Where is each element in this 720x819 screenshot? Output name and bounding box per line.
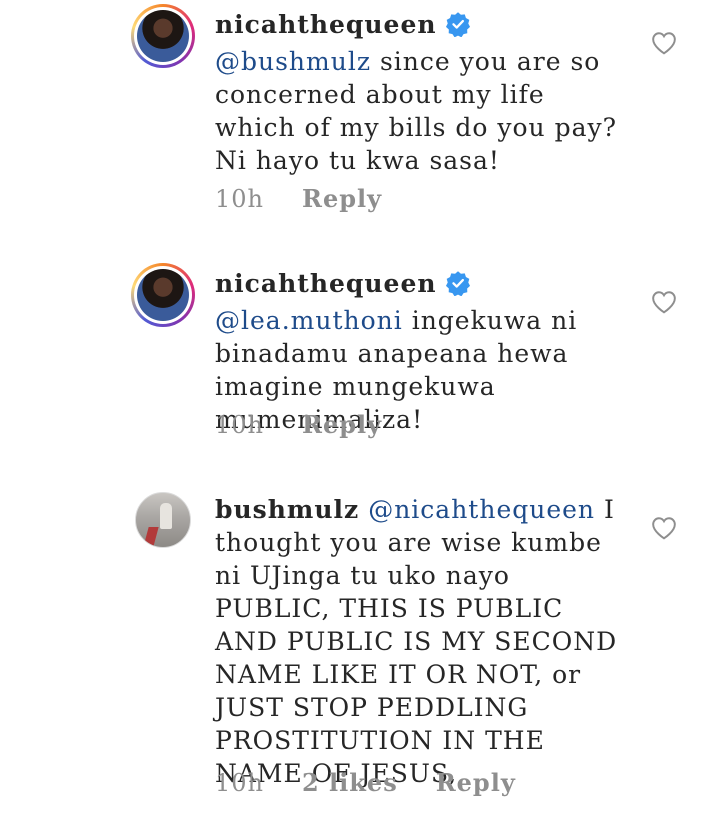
reply-button[interactable]: Reply	[302, 410, 382, 439]
comment-text: nicahthequeen@bushmulz since you are so …	[215, 8, 625, 177]
comment-username[interactable]: bushmulz	[215, 495, 359, 524]
heart-outline-icon[interactable]	[651, 31, 677, 55]
verified-badge-icon	[445, 11, 471, 45]
comment-mention[interactable]: @nicahthequeen	[368, 495, 595, 524]
comment-meta: 10h 2 likes Reply	[215, 768, 554, 797]
heart-outline-icon[interactable]	[651, 516, 677, 540]
comment-username[interactable]: nicahthequeen	[215, 10, 437, 39]
comment-time: 10h	[215, 185, 264, 213]
heart-outline-icon[interactable]	[651, 290, 677, 314]
likes-count[interactable]: 2 likes	[302, 768, 398, 797]
comment-text: bushmulz @nicahthequeen I thought you ar…	[215, 493, 625, 790]
avatar-nicahthequeen[interactable]	[131, 4, 195, 68]
comment-body: I thought you are wise kumbe ni UJinga t…	[215, 495, 618, 788]
comment-mention[interactable]: @bushmulz	[215, 47, 371, 76]
reply-button[interactable]: Reply	[302, 184, 382, 213]
comment-username[interactable]: nicahthequeen	[215, 269, 437, 298]
comment-mention[interactable]: @lea.muthoni	[215, 306, 403, 335]
comment-time: 10h	[215, 411, 264, 439]
avatar-bushmulz[interactable]	[135, 492, 191, 548]
reply-button[interactable]: Reply	[436, 768, 516, 797]
verified-badge-icon	[445, 270, 471, 304]
comment-meta: 10h Reply	[215, 410, 420, 439]
comment-meta: 10h Reply	[215, 184, 420, 213]
avatar-nicahthequeen[interactable]	[131, 263, 195, 327]
comment-time: 10h	[215, 769, 264, 797]
